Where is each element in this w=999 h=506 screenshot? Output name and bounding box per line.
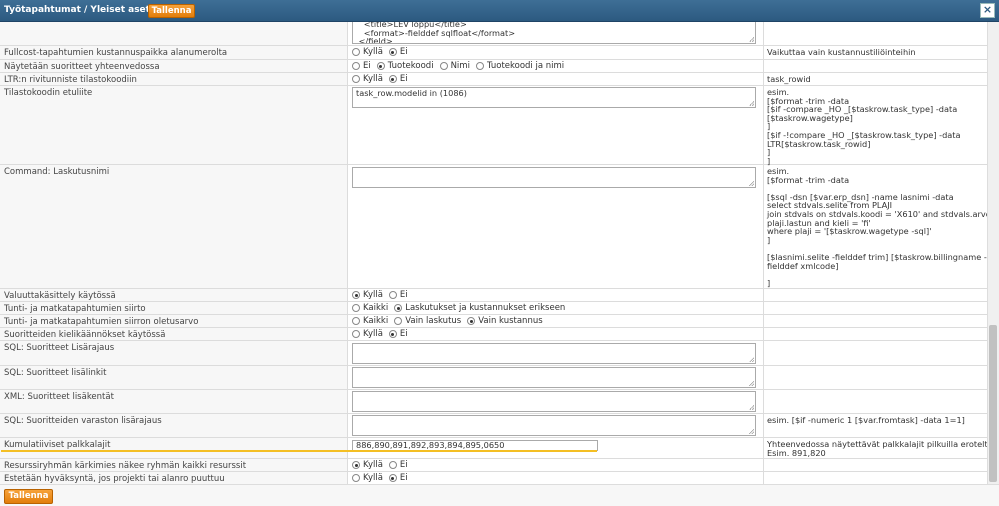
sql-varasto-note: esim. [$if -numeric 1 [$var.fromtask] -d… (767, 415, 965, 425)
ltr-label: LTR:n rivitunniste tilastokoodiin (4, 75, 137, 85)
naytetaan-radio-ei[interactable] (352, 62, 360, 70)
table-row: Fullcost-tapahtumien kustannuspaikka ala… (0, 46, 987, 60)
ltr-radio-kylla[interactable] (352, 75, 360, 83)
kumulatiiviset-label: Kumulatiiviset palkkalajit (4, 440, 111, 450)
resurssi-radio-ei[interactable] (388, 461, 397, 469)
tunti-siirto-radio-kaikki[interactable] (352, 304, 360, 312)
command-note: esim. [$format -trim -data [$sql -dsn [$… (767, 166, 987, 288)
xml-kentat-label: XML: Suoritteet lisäkentät (4, 392, 114, 402)
resurssi-radio-kylla[interactable] (352, 461, 360, 469)
tunti-siirto-radio-erikseen[interactable] (394, 304, 403, 312)
table-row: SQL: Suoritteiden varaston lisärajaus es… (0, 414, 987, 438)
tilasto-note: esim. [$format -trim -data [$if -compare… (767, 87, 961, 166)
command-textarea[interactable] (352, 167, 756, 188)
kumulatiiviset-note: Yhteenvedossa näytettävät palkkalajit pi… (767, 439, 987, 458)
valuutta-radio-kylla[interactable] (352, 291, 360, 299)
fullcost-radio-kylla[interactable] (352, 48, 360, 56)
command-label: Command: Laskutusnimi (4, 167, 110, 177)
sql-lisa-textarea[interactable] (352, 343, 756, 364)
highlight-underline (1, 450, 597, 452)
field-xml-textarea[interactable]: <title>LEV loppu</title> <format>-fieldd… (352, 22, 756, 44)
table-row: Tunti- ja matkatapahtumien siirron oletu… (0, 315, 987, 328)
save-button-top[interactable]: Tallenna (148, 4, 195, 18)
kielikaannos-radio-ei[interactable] (388, 330, 397, 338)
kielikaannos-label: Suoritteiden kielikäännökset käytössä (4, 330, 166, 340)
naytetaan-label: Näytetään suoritteet yhteenvedossa (4, 62, 160, 72)
settings-table: <title>LEV loppu</title> <format>-fieldd… (0, 22, 987, 484)
table-row: Näytetään suoritteet yhteenvedossa Ei Tu… (0, 60, 987, 73)
sql-lisa-label: SQL: Suoritteet Lisärajaus (4, 343, 115, 353)
tunti-siirto-label: Tunti- ja matkatapahtumien siirto (4, 304, 146, 314)
naytetaan-radio-nimi[interactable] (439, 62, 448, 70)
table-row: Kumulatiiviset palkkalajit 886,890,891,8… (0, 438, 987, 459)
dialog-footer: Tallenna (0, 484, 999, 506)
tilasto-textarea[interactable]: task_row.modelid in (1086) (352, 87, 756, 108)
table-row: LTR:n rivitunniste tilastokoodiin Kyllä … (0, 73, 987, 86)
table-row: Valuuttakäsittely käytössä Kyllä Ei (0, 289, 987, 302)
naytetaan-radio-tuotekoodi[interactable] (376, 62, 385, 70)
esto-radio-ei[interactable] (388, 474, 397, 482)
kielikaannos-radio-kylla[interactable] (352, 330, 360, 338)
esto-radio-kylla[interactable] (352, 474, 360, 482)
table-row: Command: Laskutusnimi esim. [$format -tr… (0, 165, 987, 289)
sql-linkit-label: SQL: Suoritteet lisälinkit (4, 368, 107, 378)
esto-label: Estetään hyväksyntä, jos projekti tai al… (4, 474, 225, 484)
fullcost-note: Vaikuttaa vain kustannustiliöinteihin (767, 47, 916, 57)
xml-kentat-textarea[interactable] (352, 391, 756, 412)
valuutta-label: Valuuttakäsittely käytössä (4, 291, 116, 301)
resurssi-label: Resurssiryhmän kärkimies näkee ryhmän ka… (4, 461, 247, 471)
tunti-oletus-radio-kaikki[interactable] (352, 317, 360, 325)
tilasto-label: Tilastokoodin etuliite (4, 88, 93, 98)
sql-varasto-textarea[interactable] (352, 415, 756, 436)
dialog-titlebar: Työtapahtumat / Yleiset asetukset Tallen… (0, 0, 999, 22)
valuutta-radio-ei[interactable] (388, 291, 397, 299)
fullcost-radio-ei[interactable] (388, 48, 397, 56)
table-row: Tilastokoodin etuliite task_row.modelid … (0, 86, 987, 165)
tunti-oletus-radio-vain-kustannus[interactable] (467, 317, 476, 325)
close-icon[interactable]: × (980, 3, 995, 18)
table-row: Tunti- ja matkatapahtumien siirto Kaikki… (0, 302, 987, 315)
scrollbar-thumb[interactable] (989, 325, 997, 482)
table-row: SQL: Suoritteet Lisärajaus (0, 341, 987, 366)
fullcost-label: Fullcost-tapahtumien kustannuspaikka ala… (4, 48, 228, 58)
tunti-oletus-label: Tunti- ja matkatapahtumien siirron oletu… (4, 317, 199, 327)
table-row: Estetään hyväksyntä, jos projekti tai al… (0, 472, 987, 484)
table-row: Resurssiryhmän kärkimies näkee ryhmän ka… (0, 459, 987, 472)
table-row: SQL: Suoritteet lisälinkit (0, 366, 987, 390)
sql-varasto-label: SQL: Suoritteiden varaston lisärajaus (4, 416, 162, 426)
ltr-note: task_rowid (767, 74, 811, 84)
table-row: <title>LEV loppu</title> <format>-fieldd… (0, 22, 987, 46)
sql-linkit-textarea[interactable] (352, 367, 756, 388)
tunti-oletus-radio-vain-laskutus[interactable] (394, 317, 403, 325)
table-row: Suoritteiden kielikäännökset käytössä Ky… (0, 328, 987, 341)
table-row: XML: Suoritteet lisäkentät (0, 390, 987, 414)
ltr-radio-ei[interactable] (388, 75, 397, 83)
save-button-bottom[interactable]: Tallenna (4, 489, 53, 504)
naytetaan-radio-tuotekoodi-ja-nimi[interactable] (475, 62, 484, 70)
